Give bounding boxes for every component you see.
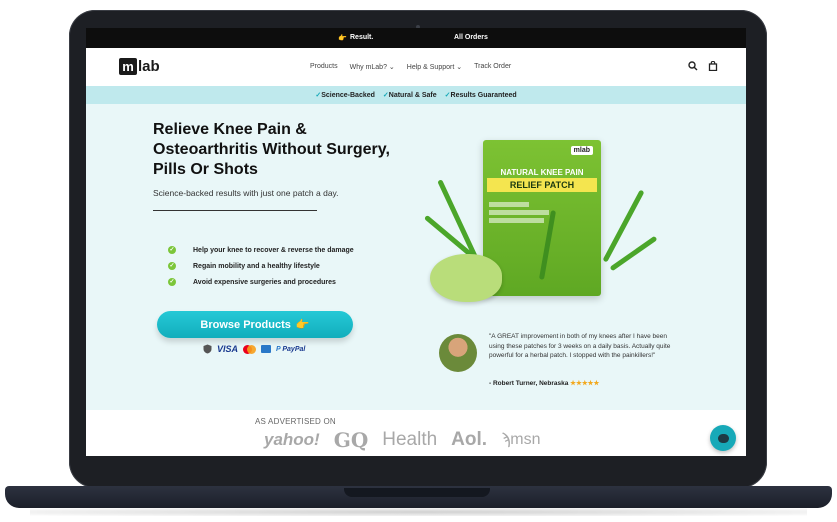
- laptop-screen: 👉 Result. All Orders m lab Products Why …: [86, 28, 746, 456]
- logo-mark: m: [119, 58, 137, 75]
- benefit-text: Help your knee to recover & reverse the …: [193, 246, 354, 254]
- benefit-text: Avoid expensive surgeries and procedures: [193, 278, 336, 286]
- benefit-text: Regain mobility and a healthy lifestyle: [193, 262, 320, 270]
- avatar: [439, 334, 477, 372]
- list-item: ✓ Regain mobility and a healthy lifestyle: [168, 258, 354, 274]
- shield-icon: [203, 344, 212, 354]
- trust-item: ✓Natural & Safe: [383, 91, 437, 99]
- msn-logo: ϡmsn: [501, 431, 541, 448]
- package-text-line: [489, 210, 549, 215]
- payment-methods: VISA P PayPal: [203, 344, 305, 354]
- yahoo-logo: yahoo!: [264, 430, 320, 449]
- list-item: ✓ Avoid expensive surgeries and procedure…: [168, 274, 354, 290]
- cart-icon[interactable]: [708, 61, 718, 71]
- browse-products-label: Browse Products: [200, 318, 291, 331]
- search-icon[interactable]: [688, 61, 698, 71]
- site-header: m lab Products Why mLab? ⌄ Help & Suppor…: [86, 48, 746, 86]
- hero-headline: Relieve Knee Pain & Osteoarthritis Witho…: [153, 121, 390, 178]
- nav-link-track-order[interactable]: Track Order: [474, 63, 511, 71]
- chat-bubble-icon: [717, 433, 729, 443]
- paypal-logo: P PayPal: [276, 345, 306, 353]
- hand-icon: 👉: [338, 35, 347, 42]
- mastercard-icon: [243, 344, 257, 354]
- hero-divider: [153, 210, 317, 211]
- package-subtitle: RELIEF PATCH: [487, 178, 597, 192]
- hero-subheadline: Science-backed results with just one pat…: [153, 188, 339, 198]
- check-circle-icon: ✓: [168, 278, 176, 286]
- nav-link-why-mlab[interactable]: Why mLab? ⌄: [350, 63, 395, 71]
- product-image: mlab NATURAL KNEE PAIN RELIEF PATCH: [423, 136, 658, 316]
- health-logo: Health: [382, 429, 438, 450]
- author-name: - Robert Turner, Nebraska: [489, 380, 569, 387]
- package-logo: mlab: [570, 146, 593, 155]
- media-logos: yahoo! GQ Health Aol. ϡmsn: [264, 428, 541, 452]
- nav-link-products[interactable]: Products: [310, 63, 338, 71]
- trust-bar: ✓Science-Backed ✓Natural & Safe ✓Results…: [86, 86, 746, 104]
- trust-item-label: Results Guaranteed: [450, 92, 517, 99]
- check-circle-icon: ✓: [168, 246, 176, 254]
- gq-logo: GQ: [333, 428, 369, 452]
- testimonial-quote: "A GREAT improvement in both of my knees…: [489, 333, 671, 359]
- testimonial-author: - Robert Turner, Nebraska ★★★★★: [489, 379, 599, 387]
- chat-button[interactable]: [710, 425, 736, 451]
- announcement-left-text: Result.: [350, 34, 374, 41]
- trust-item: ✓Results Guaranteed: [445, 91, 517, 99]
- trust-item: ✓Science-Backed: [315, 91, 375, 99]
- package-text-line: [489, 218, 544, 223]
- star-rating: ★★★★★: [570, 380, 600, 387]
- announcement-bar: 👉 Result. All Orders: [86, 28, 746, 48]
- list-item: ✓ Help your knee to recover & reverse the…: [168, 242, 354, 258]
- benefit-list: ✓ Help your knee to recover & reverse the…: [168, 242, 354, 290]
- amex-icon: [261, 345, 272, 353]
- knee-patch: [430, 254, 502, 302]
- site-logo[interactable]: m lab: [119, 58, 160, 75]
- logo-text: lab: [138, 58, 160, 75]
- trust-item-label: Science-Backed: [321, 92, 375, 99]
- laptop-shadow: [30, 508, 807, 516]
- advertised-label: AS ADVERTISED ON: [255, 417, 336, 426]
- header-icons: [688, 61, 718, 71]
- visa-logo: VISA: [217, 344, 239, 354]
- pointing-hand-icon: 👉: [295, 319, 310, 331]
- main-nav: Products Why mLab? ⌄ Help & Support ⌄ Tr…: [310, 63, 511, 71]
- trust-item-label: Natural & Safe: [388, 92, 437, 99]
- as-advertised-section: AS ADVERTISED ON yahoo! GQ Health Aol. ϡ…: [86, 410, 746, 456]
- laptop-base-notch: [344, 488, 490, 497]
- browse-products-button[interactable]: Browse Products 👉: [157, 311, 353, 338]
- aol-logo: Aol.: [451, 429, 488, 450]
- check-circle-icon: ✓: [168, 262, 176, 270]
- announcement-right-text: All Orders: [454, 34, 488, 41]
- package-title: NATURAL KNEE PAIN: [500, 168, 584, 177]
- butterfly-icon: ϡ: [501, 431, 511, 448]
- herb-leaf: [437, 179, 480, 263]
- package-text-line: [489, 202, 529, 207]
- nav-link-help-support[interactable]: Help & Support ⌄: [407, 63, 462, 71]
